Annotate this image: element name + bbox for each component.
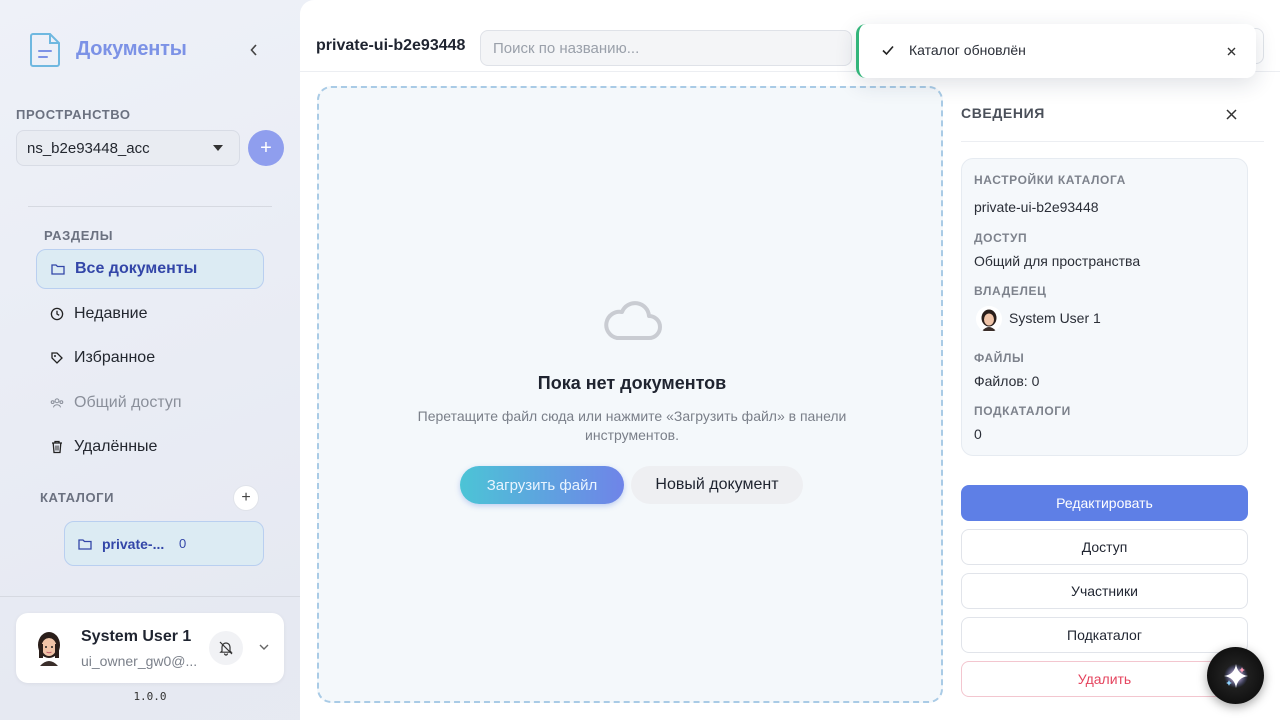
empty-state-title: Пока нет документов [537,373,727,393]
users-icon [50,396,64,410]
details-panel: СВЕДЕНИЯ НАСТРОЙКИ КАТАЛОГА private-ui-b… [945,86,1280,720]
user-name: System User 1 [81,628,192,645]
new-document-button[interactable]: Новый документ [631,466,803,504]
app-version: 1.0.0 [133,690,167,703]
files-label: ФАЙЛЫ [974,351,1025,365]
app-logo: Документы [30,30,187,68]
details-title: СВЕДЕНИЯ [961,105,1045,121]
catalog-item[interactable]: private-... 0 [64,521,264,566]
files-value: Файлов: 0 [974,373,1040,389]
folder-icon [51,262,65,276]
app-title: Документы [76,37,187,60]
sidebar-item-label: Недавние [74,305,148,322]
namespace-value: ns_b2e93448_acc [27,139,150,157]
chevron-down-icon[interactable] [258,641,270,653]
access-button[interactable]: Доступ [961,529,1248,565]
sidebar-item-label: Избранное [74,349,156,366]
sidebar-divider [0,596,300,597]
owner-label: ВЛАДЕЛЕЦ [974,284,1047,298]
delete-button[interactable]: Удалить [961,661,1248,697]
details-divider [961,141,1264,142]
sidebar-item-deleted[interactable]: Удалённые [36,427,264,467]
notifications-button[interactable] [209,631,243,665]
chevron-left-icon [250,44,257,56]
close-icon [1227,47,1235,55]
settings-value: private-ui-b2e93448 [974,199,1099,215]
bell-off-icon [219,641,233,656]
settings-label: НАСТРОЙКИ КАТАЛОГА [974,173,1126,187]
collapse-sidebar-button[interactable] [244,38,264,62]
sidebar-divider [28,206,272,207]
catalog-item-label: private-... [102,535,165,552]
catalog-title: private-ui-b2e93448 [316,37,466,54]
sidebar: Документы ПРОСТРАНСТВО ns_b2e93448_acc +… [0,0,300,720]
cloud-icon [604,301,662,340]
access-value: Общий для пространства [974,253,1141,269]
drop-zone[interactable]: Пока нет документов Перетащите файл сюда… [317,86,943,703]
namespace-label: ПРОСТРАНСТВО [16,107,131,122]
assistant-button[interactable] [1207,647,1264,704]
toast-notification: Каталог обновлён [856,24,1256,78]
user-email: ui_owner_gw0@... [81,653,198,669]
toast-message: Каталог обновлён [909,42,1026,58]
sparkle-icon [1223,663,1248,688]
sidebar-item-all-documents[interactable]: Все документы [36,249,264,289]
sections-label: РАЗДЕЛЫ [44,228,114,243]
subcatalog-button[interactable]: Подкаталог [961,617,1248,653]
main-content: private-ui-b2e93448 Пока нет документов … [300,0,1280,720]
sidebar-item-shared[interactable]: Общий доступ [36,383,264,423]
access-label: ДОСТУП [974,231,1028,245]
sidebar-item-label: Удалённые [74,438,158,455]
sidebar-item-recent[interactable]: Недавние [36,294,264,334]
trash-icon [50,440,64,454]
subcatalogs-label: ПОДКАТАЛОГИ [974,404,1071,418]
caret-down-icon [213,145,223,151]
folder-icon [78,538,92,550]
edit-button[interactable]: Редактировать [961,485,1248,521]
catalog-item-count: 0 [179,536,187,551]
add-namespace-button[interactable]: + [248,130,284,166]
close-icon [1225,108,1237,120]
sidebar-item-label: Все документы [75,260,198,277]
avatar [38,632,60,666]
owner-name: System User 1 [1009,310,1101,326]
namespace-select[interactable]: ns_b2e93448_acc [16,130,240,166]
avatar [976,306,1002,332]
catalog-info-card: НАСТРОЙКИ КАТАЛОГА private-ui-b2e93448 Д… [961,158,1248,456]
sidebar-item-favorites[interactable]: Избранное [36,338,264,378]
close-details-button[interactable] [1221,104,1241,124]
catalogs-label: КАТАЛОГИ [40,490,115,505]
upload-file-button[interactable]: Загрузить файл [460,466,624,504]
add-catalog-button[interactable]: + [233,485,259,511]
empty-state-description: Перетащите файл сюда или нажмите «Загруз… [417,408,847,443]
check-icon [882,45,894,56]
sidebar-item-label: Общий доступ [74,394,182,411]
tag-icon [50,351,64,365]
subcatalogs-value: 0 [974,426,982,442]
search-input[interactable] [480,30,852,66]
members-button[interactable]: Участники [961,573,1248,609]
clock-icon [50,307,64,321]
close-toast-button[interactable] [1223,43,1239,59]
document-logo-icon [30,33,60,67]
user-card: System User 1 ui_owner_gw0@... [16,613,284,683]
